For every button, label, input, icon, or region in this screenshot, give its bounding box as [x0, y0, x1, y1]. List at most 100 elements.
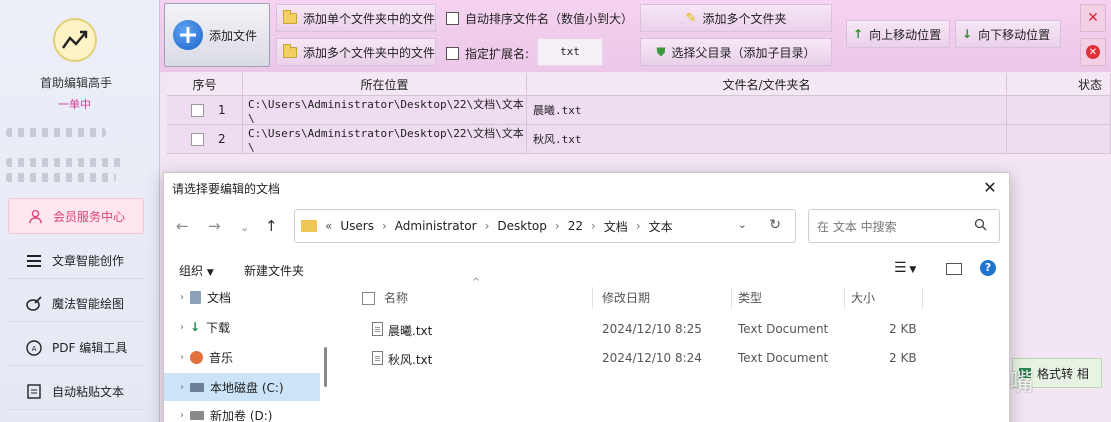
- status-cell: [1007, 96, 1111, 125]
- tree-item-drive-c[interactable]: › 本地磁盘 (C:): [164, 373, 320, 401]
- pencil-icon: ✎: [685, 10, 697, 26]
- path-cell: C:\Users\Administrator\Desktop\22\文档\文本\: [243, 96, 527, 125]
- select-all-checkbox[interactable]: [362, 292, 375, 305]
- col-header-path[interactable]: 所在位置: [243, 73, 527, 96]
- chevron-down-icon[interactable]: ⌄: [738, 218, 747, 231]
- col-header-index[interactable]: 序号: [167, 73, 243, 96]
- add-single-folder-button[interactable]: 添加单个文件夹中的文件: [276, 4, 436, 32]
- add-multi-folder-button[interactable]: 添加多个文件夹中的文件: [276, 38, 436, 66]
- error-circle-icon: ✕: [1086, 45, 1100, 59]
- chevron-right-icon[interactable]: ›: [180, 292, 184, 303]
- nav-member-center[interactable]: 会员服务中心: [8, 198, 144, 234]
- add-file-button[interactable]: 添加文件: [164, 3, 270, 67]
- col-header-type[interactable]: 类型: [738, 289, 762, 306]
- breadcrumb-item[interactable]: 文档: [604, 218, 628, 235]
- chevron-right-icon[interactable]: ›: [180, 410, 184, 421]
- folder-icon: [283, 9, 297, 24]
- arrow-down-icon: ↓: [962, 27, 973, 41]
- search-input[interactable]: 在 文本 中搜索: [808, 209, 1000, 243]
- help-icon[interactable]: ?: [980, 260, 996, 276]
- col-header-filename[interactable]: 文件名/文件夹名: [527, 73, 1007, 96]
- breadcrumb-item[interactable]: 22: [568, 219, 583, 233]
- chevron-right-icon[interactable]: ›: [180, 382, 184, 393]
- tree-label: 本地磁盘 (C:): [210, 380, 284, 395]
- breadcrumb-item[interactable]: 文本: [649, 218, 673, 235]
- shield-icon: ⛊: [656, 44, 666, 59]
- sort-up-icon: ^: [472, 277, 481, 288]
- table-row[interactable]: 1 C:\Users\Administrator\Desktop\22\文档\文…: [167, 96, 1111, 125]
- open-file-dialog: 请选择要编辑的文档 ✕ ← → ⌄ ↑ « Users › Administrat…: [163, 172, 1010, 422]
- refresh-icon[interactable]: ↻: [769, 217, 781, 233]
- paste-icon: [26, 384, 42, 400]
- filename-cell: 秋风.txt: [527, 125, 1007, 154]
- row-checkbox[interactable]: [191, 132, 204, 146]
- row-index: 2: [218, 132, 226, 146]
- nav-auto-paste[interactable]: 自动粘贴文本: [8, 374, 144, 410]
- button-label: 向下移动位置: [978, 27, 1051, 42]
- select-parent-dir-button[interactable]: ⛊ 选择父目录（添加子目录）: [640, 38, 832, 66]
- view-options-icon[interactable]: ☰ ▼: [894, 260, 916, 276]
- chevron-right-icon[interactable]: ›: [180, 352, 184, 363]
- breadcrumb-item[interactable]: Users: [340, 219, 374, 233]
- tree-item-documents[interactable]: › 文档: [164, 283, 320, 311]
- col-header-date[interactable]: 修改日期: [602, 289, 650, 306]
- col-header-name[interactable]: 名称: [384, 289, 408, 306]
- text-file-icon: [372, 322, 383, 336]
- tree-item-drive-d[interactable]: › 新加卷 (D:): [164, 403, 320, 422]
- preview-pane-icon[interactable]: [946, 263, 962, 275]
- folder-icon: [283, 43, 297, 58]
- organize-menu[interactable]: 组织 ▼: [179, 262, 214, 279]
- column-divider[interactable]: [592, 287, 593, 309]
- drive-icon: [190, 382, 204, 392]
- nav-article-creation[interactable]: 文章智能创作: [8, 243, 144, 279]
- nav-pdf-tools[interactable]: A PDF 编辑工具: [8, 330, 144, 366]
- address-bar[interactable]: « Users › Administrator › Desktop › 22 › 文档 ›…: [294, 209, 796, 243]
- music-icon: [190, 350, 203, 364]
- file-row[interactable]: 晨曦.txt 2024/12/10 8:25 Text Document 2 K…: [334, 315, 1009, 343]
- back-arrow-icon[interactable]: ←: [176, 217, 189, 235]
- up-arrow-icon[interactable]: ↑: [265, 217, 278, 235]
- chevron-right-icon[interactable]: ›: [180, 322, 184, 333]
- file-name: 秋风.txt: [388, 353, 433, 367]
- path-cell: C:\Users\Administrator\Desktop\22\文档\文本\: [243, 125, 527, 154]
- chart-logo-icon: [62, 30, 88, 49]
- column-divider[interactable]: [844, 287, 845, 309]
- tree-item-music[interactable]: › 音乐: [164, 343, 320, 371]
- scrollbar[interactable]: [324, 347, 327, 387]
- add-file-label: 添加文件: [209, 28, 258, 43]
- column-divider[interactable]: [731, 287, 732, 309]
- auto-sort-checkbox-row[interactable]: 自动排序文件名（数值小到大）: [446, 10, 633, 27]
- search-placeholder: 在 文本 中搜索: [817, 219, 897, 234]
- column-divider[interactable]: [922, 287, 923, 309]
- auto-sort-checkbox[interactable]: [446, 12, 459, 25]
- file-date: 2024/12/10 8:24: [602, 351, 702, 365]
- file-size: 2 KB: [889, 322, 917, 336]
- row-checkbox[interactable]: [191, 103, 204, 117]
- table-row[interactable]: 2 C:\Users\Administrator\Desktop\22\文档\文…: [167, 125, 1111, 154]
- move-up-button[interactable]: ↑ 向上移动位置: [846, 20, 950, 48]
- button-label: 向上移动位置: [869, 27, 942, 42]
- breadcrumb-item[interactable]: Desktop: [497, 219, 547, 233]
- file-row[interactable]: 秋风.txt 2024/12/10 8:24 Text Document 2 K…: [334, 344, 1009, 372]
- recent-locations-icon[interactable]: ⌄: [240, 221, 249, 234]
- extension-input[interactable]: txt: [537, 38, 603, 66]
- tree-item-downloads[interactable]: › ↓ 下载: [164, 313, 320, 341]
- nav-label: PDF 编辑工具: [52, 341, 128, 355]
- breadcrumb-overflow[interactable]: «: [325, 219, 332, 233]
- close-button[interactable]: ✕: [977, 175, 1003, 199]
- new-folder-button[interactable]: 新建文件夹: [244, 262, 304, 279]
- breadcrumb-item[interactable]: Administrator: [395, 219, 477, 233]
- nav-label: 魔法智能绘图: [52, 297, 125, 311]
- clear-button[interactable]: ✕: [1080, 38, 1106, 66]
- forward-arrow-icon[interactable]: →: [208, 217, 221, 235]
- col-header-status[interactable]: 状态: [1007, 73, 1111, 96]
- download-icon: ↓: [190, 320, 201, 334]
- add-multi-folders-button[interactable]: ✎ 添加多个文件夹: [640, 4, 832, 32]
- delete-button[interactable]: ✕: [1080, 4, 1106, 32]
- col-header-size[interactable]: 大小: [851, 289, 875, 306]
- tree-label: 音乐: [209, 350, 234, 365]
- specify-ext-checkbox-row[interactable]: 指定扩展名:: [446, 45, 529, 62]
- specify-ext-checkbox[interactable]: [446, 47, 459, 60]
- nav-magic-drawing[interactable]: 魔法智能绘图: [8, 286, 144, 322]
- move-down-button[interactable]: ↓ 向下移动位置: [955, 20, 1061, 48]
